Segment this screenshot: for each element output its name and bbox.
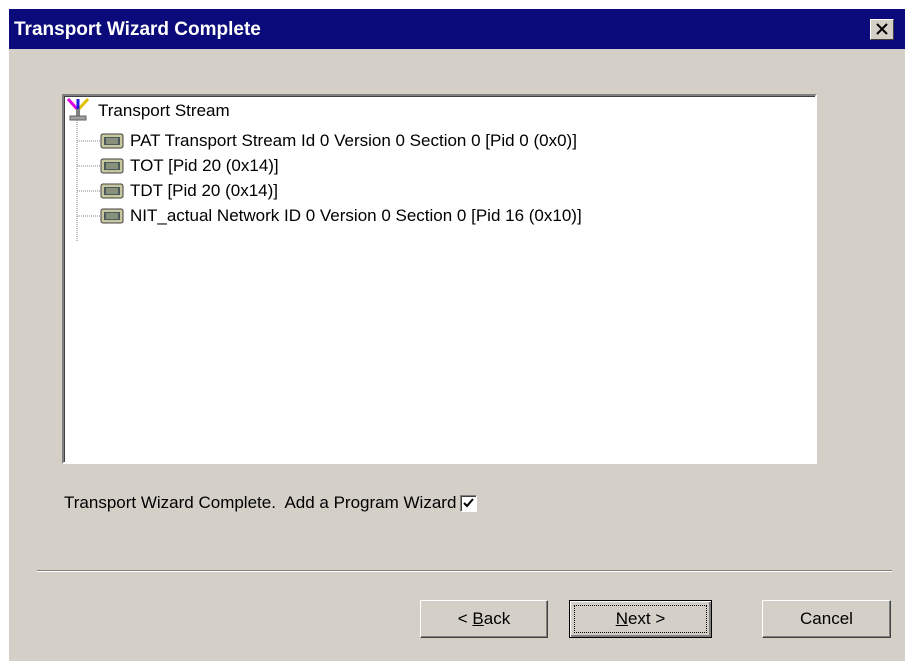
window-title: Transport Wizard Complete: [14, 19, 261, 40]
back-button-prefix: <: [457, 609, 473, 628]
tree-item-label: TDT [Pid 20 (0x14)]: [130, 181, 279, 200]
table-icon: [100, 208, 124, 224]
checkmark-icon: [463, 497, 475, 507]
transport-tree-view[interactable]: Transport Stream PAT Transport Stream Id…: [62, 94, 817, 464]
tree-item-label: PAT Transport Stream Id 0 Version 0 Sect…: [130, 131, 577, 150]
tree-item-tdt[interactable]: TDT [Pid 20 (0x14)]: [100, 180, 278, 202]
tree-item-label: TOT [Pid 20 (0x14)]: [130, 156, 279, 175]
antenna-icon: [66, 98, 90, 121]
title-bar[interactable]: Transport Wizard Complete: [9, 9, 905, 49]
back-button-accel: B: [472, 609, 484, 628]
next-button[interactable]: Next >: [569, 600, 712, 638]
table-icon: [100, 133, 124, 149]
tree-item-tot[interactable]: TOT [Pid 20 (0x14)]: [100, 155, 279, 177]
close-button[interactable]: [870, 19, 894, 40]
separator-line: [37, 570, 892, 572]
tree-item-label: Transport Stream: [98, 101, 230, 120]
back-button[interactable]: < Back: [420, 600, 548, 638]
completion-message: Transport Wizard Complete. Add a Program…: [64, 493, 457, 512]
tree-item-pat[interactable]: PAT Transport Stream Id 0 Version 0 Sect…: [100, 130, 577, 152]
tree-item-label: NIT_actual Network ID 0 Version 0 Sectio…: [130, 206, 582, 225]
focus-rectangle: [574, 605, 707, 633]
close-icon: [876, 23, 888, 35]
tree-item-transport-stream[interactable]: Transport Stream: [66, 98, 230, 122]
completion-status-row: Transport Wizard Complete. Add a Program…: [64, 493, 478, 513]
wizard-dialog: Transport Wizard Complete Transport Stre…: [9, 9, 905, 661]
table-icon: [100, 183, 124, 199]
add-program-wizard-checkbox[interactable]: [460, 494, 478, 512]
table-icon: [100, 158, 124, 174]
cancel-button[interactable]: Cancel: [762, 600, 891, 638]
tree-item-nit-actual[interactable]: NIT_actual Network ID 0 Version 0 Sectio…: [100, 205, 582, 227]
back-button-rest: ack: [483, 609, 511, 628]
cancel-button-label: Cancel: [800, 609, 853, 628]
